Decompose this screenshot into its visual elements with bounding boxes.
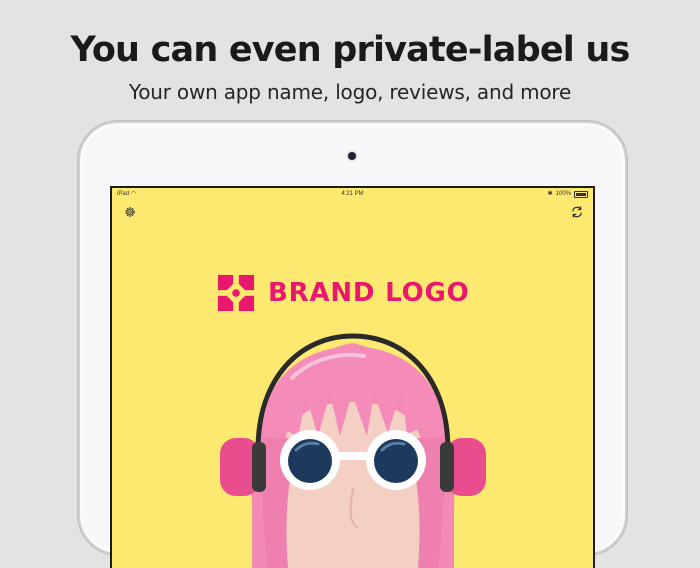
- status-time: 4:21 PM: [341, 191, 364, 197]
- headphone-left-inner: [252, 442, 266, 492]
- battery-percent: 100%: [555, 191, 571, 197]
- brand-logo: BRAND LOGO: [217, 273, 470, 313]
- bluetooth-icon: ✱: [547, 191, 553, 197]
- battery-icon: [574, 190, 588, 198]
- status-right: ✱ 100%: [548, 188, 588, 200]
- glasses-right-lens: [374, 439, 418, 483]
- glasses-left-lens: [288, 439, 332, 483]
- headline: You can even private-label us: [70, 30, 630, 70]
- subheadline: Your own app name, logo, reviews, and mo…: [128, 80, 572, 104]
- brand-logo-text: BRAND LOGO: [268, 278, 470, 308]
- front-camera: [348, 152, 356, 160]
- ipad-device-frame: iPad ◠ 4:21 PM ✱ 100% BRAND LOGO: [78, 121, 627, 568]
- app-screen: iPad ◠ 4:21 PM ✱ 100% BRAND LOGO: [112, 188, 593, 568]
- refresh-icon[interactable]: [570, 205, 584, 219]
- model-photo: [220, 333, 486, 568]
- headphone-right-inner: [440, 442, 454, 492]
- gear-icon[interactable]: [123, 205, 137, 219]
- status-bar: iPad ◠ 4:21 PM ✱ 100%: [112, 188, 593, 200]
- flower-logo-icon: [217, 274, 255, 312]
